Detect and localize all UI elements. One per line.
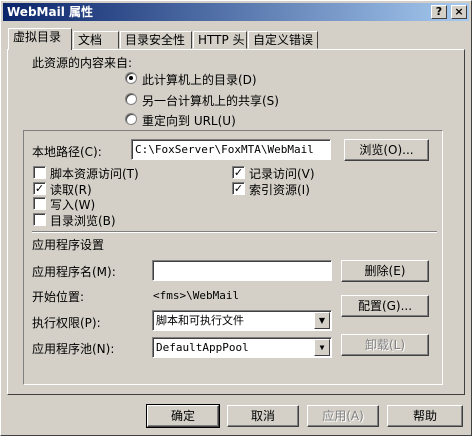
unload-button[interactable]: 卸载(L) [341,334,429,356]
local-path-label: 本地路径(C): [32,145,102,159]
tab-http-headers[interactable]: HTTP 头 [193,31,247,49]
app-pool-select[interactable]: DefaultAppPool ▼ [152,337,332,358]
chevron-down-icon[interactable]: ▼ [314,312,330,329]
exec-permissions-value: 脚本和可执行文件 [156,314,244,327]
checkbox-directory-browsing-label[interactable]: 目录浏览(B) [50,212,116,229]
cancel-button[interactable]: 取消 [227,405,299,427]
radio-redirect-url-label[interactable]: 重定向到 URL(U) [142,112,236,129]
ok-button[interactable]: 确定 [146,404,220,428]
tab-label: HTTP 头 [198,33,245,47]
tab-documents[interactable]: 文档 [73,31,119,49]
radio-network-share[interactable] [125,93,137,105]
tab-label: 自定义错误 [253,33,314,47]
radio-network-share-label[interactable]: 另一台计算机上的共享(S) [142,92,279,109]
remove-button[interactable]: 删除(E) [341,260,429,282]
properties-dialog: WebMail 属性 ? × 虚拟目录 文档 目录安全性 HTTP 头 自定义错… [0,0,472,436]
chevron-down-icon[interactable]: ▼ [314,339,330,356]
app-pool-label: 应用程序池(N): [32,342,115,356]
apply-button[interactable]: 应用(A) [307,405,379,427]
content-source-heading: 此资源的内容来自: [32,56,133,70]
app-pool-value: DefaultAppPool [156,341,249,354]
tab-directory-security[interactable]: 目录安全性 [120,31,192,49]
checkbox-log-visits[interactable]: ✓ [232,166,245,179]
help-title-button[interactable]: ? [431,5,447,19]
radio-redirect-url[interactable] [125,113,137,125]
close-title-button[interactable]: × [451,5,467,19]
window-title: WebMail 属性 [7,5,93,19]
app-name-input[interactable] [152,260,332,281]
help-icon: ? [435,5,443,18]
tab-label: 虚拟目录 [13,30,62,44]
start-point-label: 开始位置: [32,290,85,304]
app-settings-heading: 应用程序设置 [32,238,105,252]
radio-local-directory-label[interactable]: 此计算机上的目录(D) [142,71,257,88]
checkbox-index-resource-label[interactable]: 索引资源(I) [249,181,310,198]
exec-permissions-select[interactable]: 脚本和可执行文件 ▼ [152,310,332,331]
configure-button[interactable]: 配置(G)... [341,295,429,317]
tab-label: 目录安全性 [125,33,186,47]
checkbox-index-resource[interactable]: ✓ [232,182,245,195]
exec-permissions-label: 执行权限(P): [32,316,101,330]
help-button[interactable]: 帮助 [387,405,463,427]
checkbox-write-label[interactable]: 写入(W) [50,196,95,213]
start-point-value: <fms>\WebMail [153,289,240,302]
close-icon: × [454,5,464,18]
app-name-label: 应用程序名(M): [32,265,116,279]
tab-label: 文档 [78,33,103,47]
checkbox-script-source-access-label[interactable]: 脚本资源访问(T) [50,165,139,182]
tab-virtual-directory[interactable]: 虚拟目录 [8,28,72,50]
checkbox-read[interactable]: ✓ [33,182,46,195]
checkbox-directory-browsing[interactable] [33,213,46,226]
app-settings-separator [32,231,437,233]
checkbox-write[interactable] [33,197,46,210]
local-path-input[interactable]: C:\FoxServer\FoxMTA\WebMail [131,139,331,160]
checkbox-log-visits-label[interactable]: 记录访问(V) [249,165,315,182]
tab-custom-errors[interactable]: 自定义错误 [248,31,318,49]
radio-local-directory[interactable] [125,72,137,84]
browse-button[interactable]: 浏览(O)... [344,139,429,161]
checkbox-script-source-access[interactable] [33,166,46,179]
title-bar: WebMail 属性 [3,3,469,21]
